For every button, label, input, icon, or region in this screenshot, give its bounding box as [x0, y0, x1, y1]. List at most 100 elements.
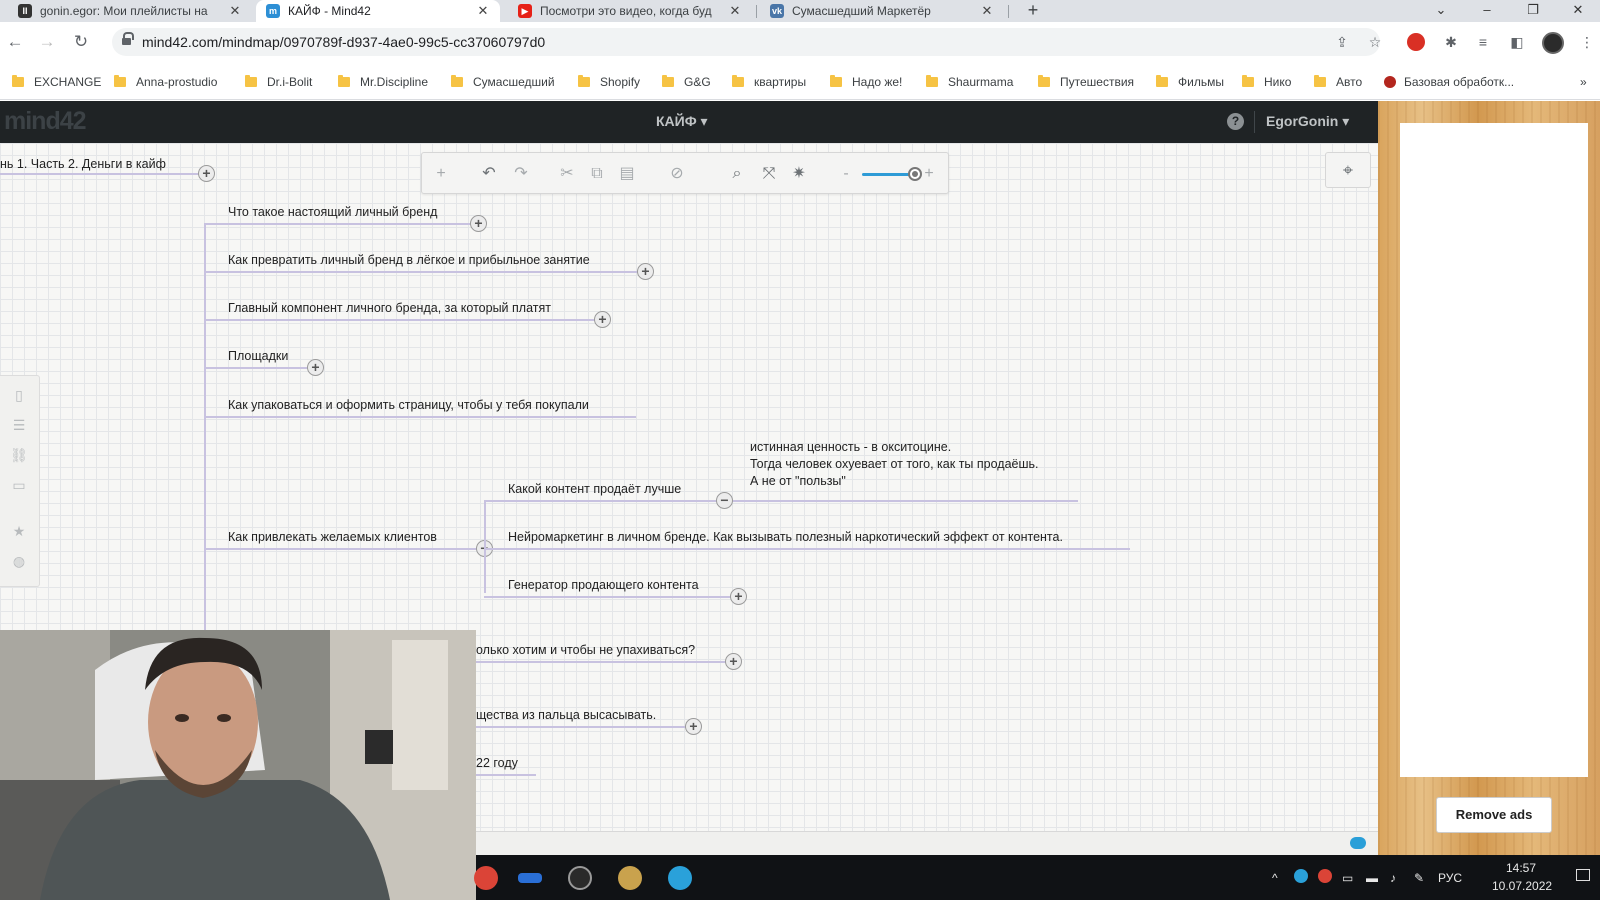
paste-icon[interactable]: ▤ — [616, 163, 638, 185]
list-icon[interactable]: ☰ — [10, 416, 28, 434]
zoom-slider-handle[interactable] — [908, 167, 922, 181]
bookmark-folder[interactable]: Anna-prostudio — [114, 74, 217, 90]
branch-node[interactable]: Площадки — [228, 349, 288, 364]
fit-icon[interactable]: ⤧ — [758, 163, 780, 185]
clock-date[interactable]: 10.07.2022 — [1492, 879, 1552, 893]
pen-tray-icon[interactable]: ✎ — [1414, 871, 1424, 885]
bookmark-folder[interactable]: Сумасшедший — [451, 74, 555, 90]
chrome-taskbar-icon[interactable] — [474, 866, 498, 890]
language-indicator[interactable]: РУС — [1438, 871, 1462, 885]
link-icon[interactable]: ⛓ — [10, 446, 28, 464]
branch-node[interactable]: 22 году — [476, 756, 518, 771]
bookmark-folder[interactable]: Shaurmama — [926, 74, 1013, 90]
close-tab-icon[interactable]: ✕ — [728, 3, 742, 19]
url-text[interactable]: mind42.com/mindmap/0970789f-d937-4ae0-99… — [142, 34, 545, 50]
reload-icon[interactable]: ↻ — [70, 31, 92, 53]
bookmark-folder[interactable]: Mr.Discipline — [338, 74, 428, 90]
tab-mind42[interactable]: m КАЙФ - Mind42 ✕ — [256, 0, 500, 22]
close-tab-icon[interactable]: ✕ — [980, 3, 994, 19]
branch-node[interactable]: Как превратить личный бренд в лёгкое и п… — [228, 253, 590, 268]
clock-time[interactable]: 14:57 — [1506, 861, 1536, 875]
notifications-icon[interactable] — [1576, 869, 1590, 881]
search-icon[interactable]: ⌕ — [726, 163, 748, 185]
zoom-in-icon[interactable]: + — [922, 163, 936, 185]
new-node-icon[interactable]: + — [430, 163, 452, 185]
close-tab-icon[interactable]: ✕ — [476, 3, 490, 19]
chrome-tray-icon[interactable] — [1318, 869, 1332, 883]
bookmark-folder[interactable]: Фильмы — [1156, 74, 1224, 90]
share-icon[interactable]: ⇪ — [1333, 33, 1351, 51]
tab-youtube-music[interactable]: II gonin.egor: Мои плейлисты на ✕ — [8, 0, 252, 22]
bookmark-folder[interactable]: Dr.i-Bolit — [245, 74, 312, 90]
volume-icon[interactable]: ♪ — [1390, 871, 1396, 885]
close-window-icon[interactable]: ✕ — [1556, 0, 1600, 22]
star-icon[interactable]: ★ — [10, 522, 28, 540]
more-bookmarks-button[interactable]: » — [1580, 74, 1587, 90]
network-icon[interactable]: ▭ — [1342, 871, 1353, 885]
cut-icon[interactable]: ✂ — [556, 163, 578, 185]
close-tab-icon[interactable]: ✕ — [228, 3, 242, 19]
locate-icon[interactable]: ⌖ — [1325, 152, 1371, 188]
media-control-icon[interactable]: ≡ — [1474, 33, 1492, 51]
user-menu[interactable]: EgorGonin ▾ — [1266, 113, 1349, 130]
side-panel-icon[interactable]: ◧ — [1508, 33, 1526, 51]
expand-node-button[interactable]: + — [594, 311, 611, 328]
bookmark-folder[interactable]: Путешествия — [1038, 74, 1134, 90]
expand-node-button[interactable]: + — [725, 653, 742, 670]
back-icon[interactable]: ← — [4, 31, 26, 53]
bookmark-folder[interactable]: G&G — [662, 74, 711, 90]
expand-node-button[interactable]: + — [685, 718, 702, 735]
telegram-tray-icon[interactable] — [1294, 869, 1308, 883]
branch-node[interactable]: щества из пальца высасывать. — [476, 708, 656, 723]
paint-taskbar-icon[interactable] — [618, 866, 642, 890]
tab-search-icon[interactable]: ⌄ — [1418, 0, 1464, 22]
tray-chevron-icon[interactable]: ^ — [1272, 871, 1278, 885]
expand-all-icon[interactable]: ✷ — [788, 163, 810, 185]
image-icon[interactable]: ▭ — [10, 476, 28, 494]
redo-icon[interactable]: ↷ — [510, 163, 532, 185]
expand-node-button[interactable]: + — [470, 215, 487, 232]
subbranch-node[interactable]: Генератор продающего контента — [508, 578, 699, 593]
branch-node[interactable]: Что такое настоящий личный бренд — [228, 205, 437, 220]
bookmark-folder[interactable]: Shopify — [578, 74, 640, 90]
collapse-node-button[interactable]: − — [716, 492, 733, 509]
forward-icon[interactable]: → — [36, 31, 58, 53]
root-node[interactable]: нь 1. Часть 2. Деньги в кайф — [0, 157, 166, 172]
help-icon[interactable]: ? — [1227, 113, 1244, 130]
app-logo[interactable]: mind42 — [4, 107, 87, 136]
extensions-icon[interactable]: ✱ — [1442, 33, 1460, 51]
bookmark-folder[interactable]: Авто — [1314, 74, 1362, 90]
branch-node[interactable]: Главный компонент личного бренда, за кот… — [228, 301, 551, 316]
branch-node-clients[interactable]: Как привлекать желаемых клиентов — [228, 530, 437, 545]
bookmark-folder[interactable]: квартиры — [732, 74, 806, 90]
undo-icon[interactable]: ↶ — [478, 163, 500, 185]
copy-icon[interactable]: ⧉ — [586, 163, 608, 185]
note-icon[interactable]: ▯ — [10, 386, 28, 404]
color-icon[interactable]: ◍ — [10, 552, 28, 570]
restore-icon[interactable]: ❐ — [1510, 0, 1556, 22]
obs-taskbar-icon[interactable] — [568, 866, 592, 890]
subbranch-node[interactable]: Нейромаркетинг в личном бренде. Как вызы… — [508, 530, 1063, 545]
bookmark-folder[interactable]: Нико — [1242, 74, 1291, 90]
new-tab-button[interactable]: + — [1022, 0, 1044, 22]
subbranch-node[interactable]: Какой контент продаёт лучше — [508, 482, 681, 497]
profile-avatar[interactable] — [1542, 32, 1564, 54]
remove-ads-button[interactable]: Remove ads — [1436, 797, 1552, 833]
bookmark-link[interactable]: Базовая обработк... — [1384, 74, 1514, 90]
extension-adblock-icon[interactable] — [1407, 33, 1425, 51]
bookmark-folder[interactable]: Надо же! — [830, 74, 902, 90]
bookmark-star-icon[interactable]: ☆ — [1366, 33, 1384, 51]
map-name-menu[interactable]: КАЙФ ▾ — [656, 113, 708, 130]
telegram-taskbar-icon[interactable] — [668, 866, 692, 890]
branch-node[interactable]: Как упаковаться и оформить страницу, что… — [228, 398, 589, 413]
minimize-icon[interactable]: – — [1464, 0, 1510, 22]
delete-icon[interactable]: ⊘ — [666, 163, 688, 185]
tab-vk[interactable]: vk Сумасшедший Маркетёр ✕ — [760, 0, 1004, 22]
battery-icon[interactable]: ▬ — [1366, 871, 1378, 885]
pen-app-taskbar-icon[interactable] — [518, 873, 542, 883]
zoom-out-icon[interactable]: - — [840, 163, 852, 185]
expand-node-button[interactable]: + — [637, 263, 654, 280]
bookmark-folder[interactable]: EXCHANGE — [12, 74, 101, 90]
omnibox[interactable]: mind42.com/mindmap/0970789f-d937-4ae0-99… — [112, 28, 1380, 56]
expand-node-button[interactable]: + — [730, 588, 747, 605]
